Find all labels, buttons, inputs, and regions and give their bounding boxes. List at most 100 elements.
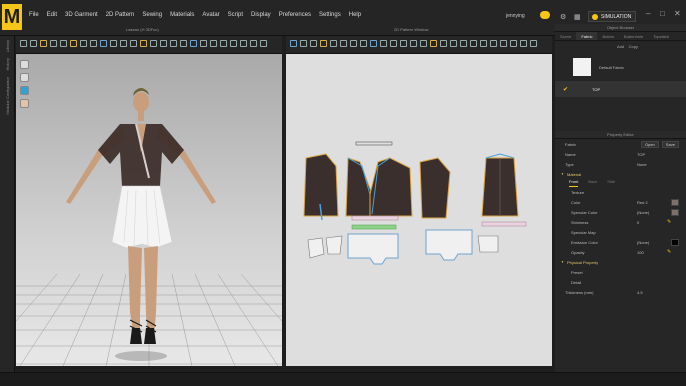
topstitch-tool-icon[interactable]: [130, 40, 137, 47]
close-icon[interactable]: ✕: [674, 9, 681, 18]
material-section[interactable]: Material: [555, 169, 686, 179]
shininess-value[interactable]: 0: [637, 220, 639, 225]
more-tool-icon[interactable]: [260, 40, 267, 47]
skin-display-icon[interactable]: [20, 99, 29, 108]
notch-icon[interactable]: [440, 40, 447, 47]
settings-2d-icon[interactable]: [530, 40, 537, 47]
simulation-button[interactable]: SIMULATION: [588, 11, 636, 22]
menu-settings[interactable]: Settings: [315, 12, 345, 18]
add-fabric-button[interactable]: Add: [617, 44, 624, 49]
measure-tool-icon[interactable]: [90, 40, 97, 47]
rectangle-icon[interactable]: [330, 40, 337, 47]
arrange-tool-icon[interactable]: [100, 40, 107, 47]
free-sewing-icon[interactable]: [380, 40, 387, 47]
menu-3d-garment[interactable]: 3D Garment: [61, 12, 102, 18]
fabric-item-top[interactable]: ✔ TOP: [555, 81, 686, 97]
emission-color-value[interactable]: (None): [637, 240, 649, 245]
modular-configurator-tab[interactable]: Modular Configurator: [5, 77, 10, 115]
menu-script[interactable]: Script: [224, 12, 247, 18]
grid-icon[interactable]: ▦: [574, 13, 581, 21]
pen-icon[interactable]: ✎: [667, 249, 671, 255]
trace-icon[interactable]: [470, 40, 477, 47]
texture-label[interactable]: Texture: [565, 190, 617, 195]
subtab-side[interactable]: Side: [607, 179, 615, 187]
subtab-front[interactable]: Front: [569, 179, 579, 187]
history-tab[interactable]: History: [5, 58, 10, 70]
avatar-tool-icon[interactable]: [170, 40, 177, 47]
fold-tool-icon[interactable]: [50, 40, 57, 47]
color-swatch[interactable]: [671, 198, 679, 206]
camera-tool-icon[interactable]: [200, 40, 207, 47]
gear-icon[interactable]: ⚙: [560, 13, 566, 21]
tab-scene[interactable]: Scene: [555, 32, 576, 40]
subtab-back[interactable]: Back: [588, 179, 597, 187]
menu-display[interactable]: Display: [247, 12, 275, 18]
dart-icon[interactable]: [360, 40, 367, 47]
edit-texture-icon[interactable]: [420, 40, 427, 47]
copy-fabric-button[interactable]: Copy: [629, 44, 638, 49]
cut-tool-icon[interactable]: [70, 40, 77, 47]
graphic-icon[interactable]: [430, 40, 437, 47]
tack-2d-icon[interactable]: [500, 40, 507, 47]
zipper-tool-icon[interactable]: [110, 40, 117, 47]
emission-swatch[interactable]: [671, 238, 679, 246]
tab-button[interactable]: Button: [597, 32, 619, 40]
viewport-2d[interactable]: [286, 54, 552, 366]
tab-topstitch[interactable]: Topstitch: [648, 32, 674, 40]
username[interactable]: jennying: [506, 13, 525, 19]
edit-pattern-icon[interactable]: [300, 40, 307, 47]
cloud-icon[interactable]: [540, 11, 550, 19]
menu-avatar[interactable]: Avatar: [198, 12, 223, 18]
puckering-icon[interactable]: [480, 40, 487, 47]
detail-label[interactable]: Detail: [565, 280, 617, 285]
specular-swatch[interactable]: [671, 208, 679, 216]
fabric-tool-icon[interactable]: [140, 40, 147, 47]
menu-sewing[interactable]: Sewing: [138, 12, 166, 18]
more-2d-icon[interactable]: [520, 40, 527, 47]
fabric-item-default[interactable]: Default Fabric: [555, 53, 686, 81]
circle-icon[interactable]: [340, 40, 347, 47]
polygon-icon[interactable]: [320, 40, 327, 47]
internal-polygon-icon[interactable]: [350, 40, 357, 47]
maximize-icon[interactable]: □: [660, 9, 665, 18]
library-tab[interactable]: Library: [5, 40, 10, 52]
physical-property-section[interactable]: Physical Property: [555, 257, 686, 267]
seam-allowance-icon[interactable]: [450, 40, 457, 47]
name-field[interactable]: TOP: [637, 152, 645, 157]
transform-pattern-icon[interactable]: [290, 40, 297, 47]
type-label[interactable]: Type: [565, 162, 617, 167]
tab-fabric[interactable]: Fabric: [576, 32, 598, 40]
select-tool-icon[interactable]: [20, 40, 27, 47]
grain-icon[interactable]: [410, 40, 417, 47]
type-value[interactable]: None: [637, 162, 647, 167]
layer-icon[interactable]: [490, 40, 497, 47]
measure2-tool-icon[interactable]: [240, 40, 247, 47]
trim-tool-icon[interactable]: [160, 40, 167, 47]
minimize-icon[interactable]: –: [646, 9, 650, 18]
fit-display-icon[interactable]: [20, 73, 29, 82]
texture-tool-icon[interactable]: [150, 40, 157, 47]
symmetry-icon[interactable]: [510, 40, 517, 47]
save-button[interactable]: Save: [661, 140, 679, 148]
avatar-display-icon[interactable]: [20, 60, 29, 69]
ruler-tool-icon[interactable]: [80, 40, 87, 47]
pen-icon[interactable]: ✎: [667, 219, 671, 225]
button-tool-icon[interactable]: [120, 40, 127, 47]
menu-materials[interactable]: Materials: [166, 12, 198, 18]
menu-edit[interactable]: Edit: [43, 12, 61, 18]
view-tool-icon[interactable]: [190, 40, 197, 47]
pleat-icon[interactable]: [460, 40, 467, 47]
edit-curve-icon[interactable]: [310, 40, 317, 47]
viewport-3d[interactable]: [16, 54, 282, 366]
tack-tool-icon[interactable]: [60, 40, 67, 47]
pose-tool-icon[interactable]: [250, 40, 257, 47]
menu-2d-pattern[interactable]: 2D Pattern: [102, 12, 139, 18]
show-tool-icon[interactable]: [180, 40, 187, 47]
thickness-value[interactable]: 4.5: [637, 290, 643, 295]
avatar-figure[interactable]: [56, 82, 236, 366]
menu-file[interactable]: File: [25, 12, 43, 18]
render-tool-icon[interactable]: [220, 40, 227, 47]
opacity-value[interactable]: 100: [637, 250, 644, 255]
fold-arrange-icon[interactable]: [400, 40, 407, 47]
garment-display-icon[interactable]: [20, 86, 29, 95]
